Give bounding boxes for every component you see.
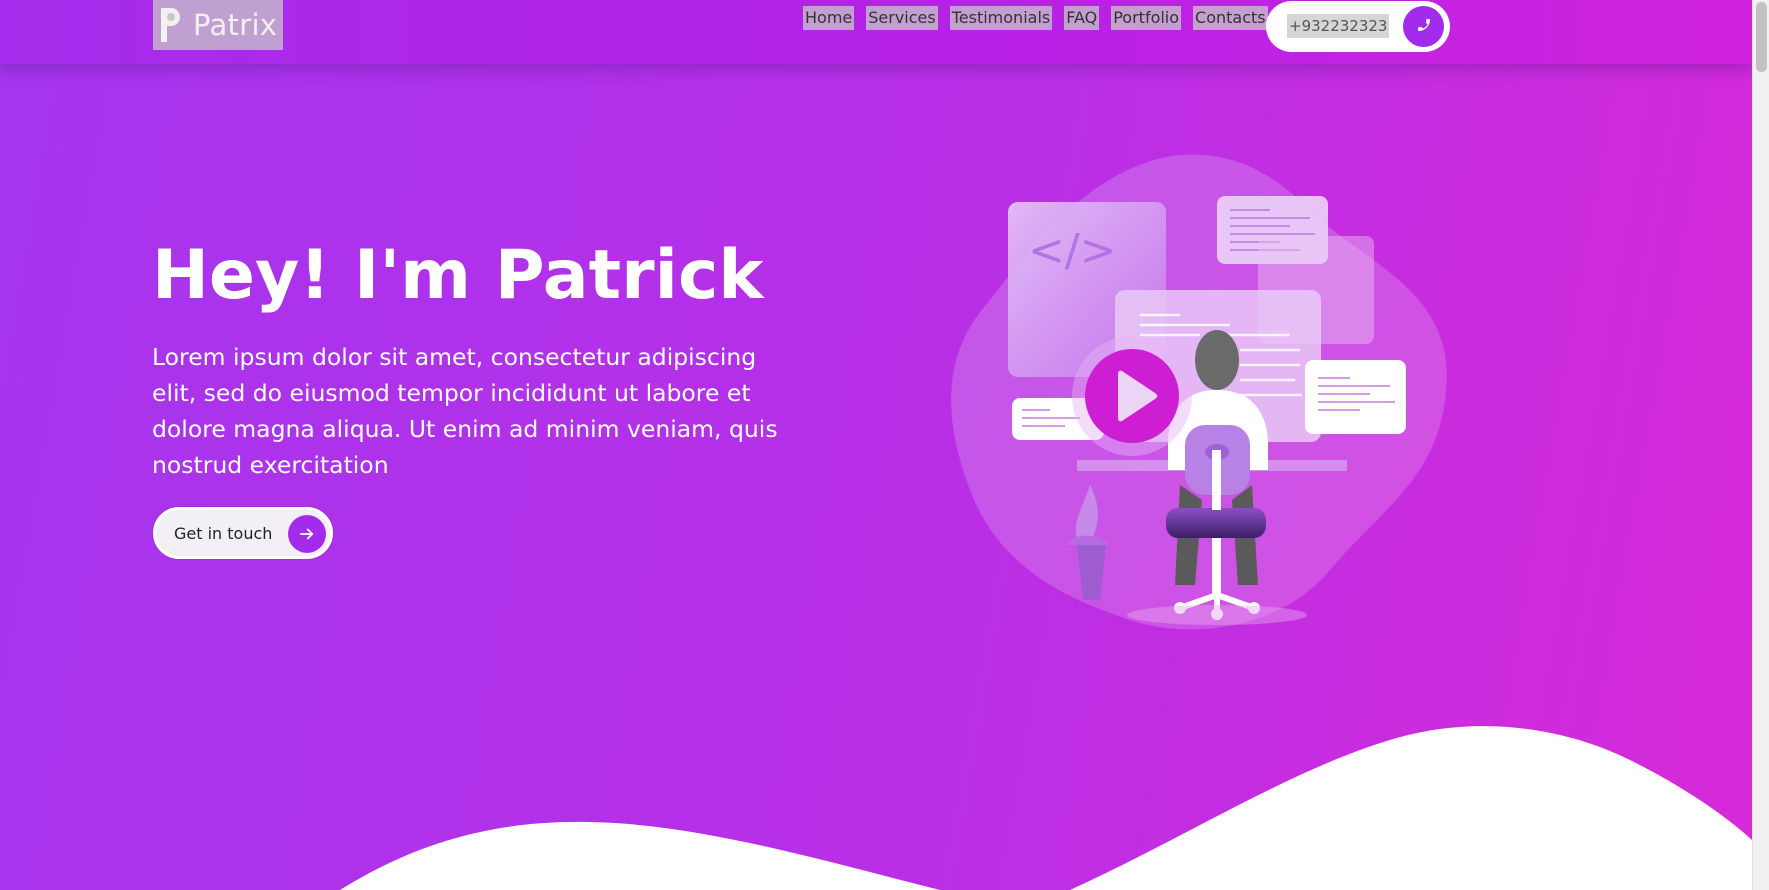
person-head [1195, 330, 1239, 390]
chair-seat [1166, 508, 1266, 538]
snippet-panel-right [1305, 360, 1406, 434]
p-logo-icon [157, 4, 187, 46]
phone-widget: +932232323 [1266, 1, 1450, 52]
nav-link-portfolio[interactable]: Portfolio [1111, 6, 1182, 30]
phone-number[interactable]: +932232323 [1287, 14, 1390, 38]
nav-link-testimonials[interactable]: Testimonials [949, 6, 1053, 30]
nav-links: Home Services Testimonials FAQ Portfolio… [803, 6, 1268, 30]
phone-icon [1416, 17, 1432, 37]
nav-link-faq[interactable]: FAQ [1064, 6, 1100, 30]
get-in-touch-label: Get in touch [174, 524, 273, 543]
nav-link-contacts[interactable]: Contacts [1193, 6, 1268, 30]
vertical-scrollbar[interactable] [1752, 0, 1769, 890]
scrollbar-thumb[interactable] [1756, 2, 1767, 72]
developer-illustration: </> [940, 150, 1460, 650]
hero-description: Lorem ipsum dolor sit amet, consectetur … [152, 343, 778, 479]
arrow-right-icon [288, 515, 326, 553]
hero-section: Patrix Home Services Testimonials FAQ Po… [0, 0, 1752, 890]
wave-divider [340, 726, 1752, 890]
navbar: Patrix Home Services Testimonials FAQ Po… [0, 0, 1752, 64]
nav-link-services[interactable]: Services [866, 6, 938, 30]
nav-link-home[interactable]: Home [803, 6, 855, 30]
get-in-touch-button[interactable]: Get in touch [153, 507, 333, 559]
call-button[interactable] [1403, 6, 1444, 47]
hero-title: Hey! I'm Patrick [152, 236, 764, 315]
brand-name: Patrix [193, 8, 278, 42]
logo[interactable]: Patrix [153, 0, 283, 50]
code-symbol: </> [1028, 225, 1117, 276]
